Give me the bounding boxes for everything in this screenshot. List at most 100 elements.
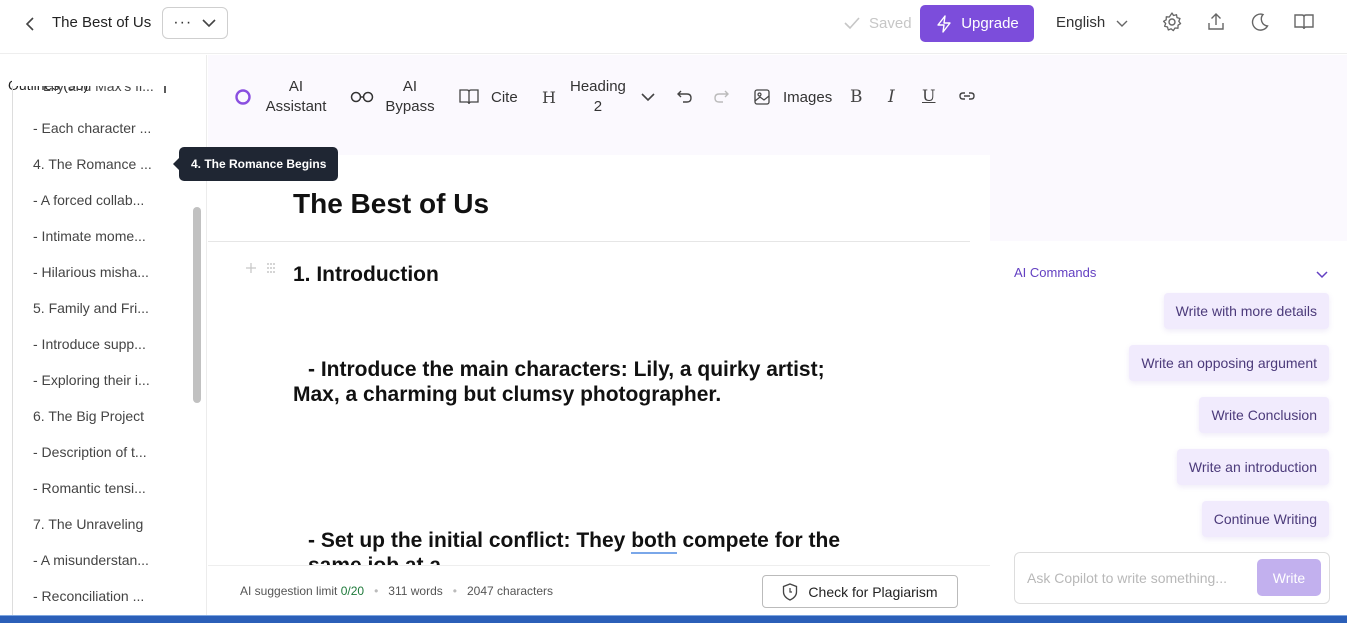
book-open-icon [459,88,479,106]
section-heading[interactable]: 1. Introduction [293,262,439,287]
document-heading[interactable]: The Best of Us [293,188,489,220]
upgrade-button[interactable]: Upgrade [920,5,1034,42]
chevron-down-icon [640,89,656,105]
spelling-highlight[interactable]: both [631,529,677,554]
shield-icon [782,582,798,601]
images-button[interactable]: Images [753,88,832,106]
ai-assistant-button[interactable]: AI Assistant [234,77,328,117]
chevron-down-icon[interactable] [1313,265,1331,283]
sidebar-scrollbar[interactable] [193,207,201,403]
lightning-icon [935,14,953,33]
redo-button[interactable] [712,87,730,105]
link-icon [958,88,976,104]
chevron-down-icon [201,15,217,31]
outline-item[interactable]: - Hilarious misha... [33,264,149,280]
outline-item[interactable]: - Introduce supp... [33,336,146,352]
glasses-icon [350,90,374,104]
outline-tooltip: 4. The Romance Begins [172,147,339,181]
back-chevron-icon[interactable] [20,13,42,35]
add-block-plus-icon[interactable] [245,262,257,274]
outline-item[interactable]: - Reconciliation ... [33,588,144,604]
underline-button[interactable]: U [922,86,935,105]
block-handles [245,262,277,274]
status-bar: AI suggestion limit 0/20 • 311 words • 2… [208,565,990,615]
ai-command-introduction[interactable]: Write an introduction [1176,449,1329,485]
document-title[interactable]: The Best of Us [52,14,151,31]
undo-icon [676,87,694,105]
italic-icon: I [888,87,895,107]
paragraph-text: - Set up the initial conflict: They [308,529,632,552]
write-button[interactable]: Write [1257,559,1321,596]
outline-item[interactable]: - Intimate mome... [33,228,146,244]
paragraph-text: compete for the [676,529,841,552]
outline-head-bg [8,77,108,86]
right-panel-header-band [990,55,1347,241]
saved-label: Saved [869,14,912,32]
bold-icon: B [850,87,863,107]
paragraph-conflict[interactable]: - Set up the initial conflict: They both… [293,528,893,565]
ai-command-more-details[interactable]: Write with more details [1163,293,1329,329]
editor-toolbar: AI Assistant AI Bypass Cite H Heading 2 … [208,55,990,155]
paragraph-characters[interactable]: - Introduce the main characters: Lily, a… [293,357,853,407]
ai-command-continue[interactable]: Continue Writing [1201,501,1329,537]
bold-button[interactable]: B [850,87,863,107]
word-count: 311 words [388,584,443,598]
editor-canvas[interactable]: The Best of Us 1. Introduction - Introdu… [208,155,990,565]
ai-bypass-label: AI Bypass [385,78,435,115]
checkmark-icon [843,14,861,32]
outline-item[interactable]: - Romantic tensi... [33,480,146,496]
document-menu-dropdown[interactable]: ··· [162,7,228,39]
ai-limit: AI suggestion limit 0/20 [240,584,364,598]
images-label: Images [783,88,833,106]
outline-item[interactable]: 5. Family and Fri... [33,300,149,316]
outline-item[interactable]: 4. The Romance ... [33,156,152,172]
check-plagiarism-button[interactable]: Check for Plagiarism [762,575,958,608]
top-bar: The Best of Us ··· Saved Upgrade English [0,0,1347,54]
paragraph-text-cut: same job at a... [293,554,459,565]
more-dots-icon: ··· [173,14,193,31]
outline-item[interactable]: - A forced collab... [33,192,144,208]
cite-button[interactable]: Cite [459,88,518,106]
saved-status: Saved [843,14,912,32]
ai-command-opposing-argument[interactable]: Write an opposing argument [1129,345,1329,381]
underline-icon: U [922,86,936,105]
copilot-prompt-input[interactable] [1027,567,1247,589]
drag-handle-icon[interactable] [265,262,277,274]
redo-icon [712,87,730,105]
copilot-prompt-box: Write [1014,552,1330,604]
outline-item[interactable]: - A misunderstan... [33,552,149,568]
ai-assistant-label: AI Assistant [265,78,327,115]
heading-label: Heading 2 [570,78,626,115]
ai-bypass-button[interactable]: AI Bypass [350,77,438,117]
ai-limit-label: AI suggestion limit [240,584,338,598]
ai-limit-value: 0/20 [340,584,365,598]
italic-button[interactable]: I [888,87,895,107]
heading-level-dropdown[interactable]: H Heading 2 [542,77,656,117]
outline-item[interactable]: - Description of t... [33,444,147,460]
ai-commands-panel: AI Commands Write with more details Writ… [990,241,1347,615]
document-stats: AI suggestion limit 0/20 • 311 words • 2… [240,584,553,598]
outline-item[interactable]: 6. The Big Project [33,408,144,424]
language-select[interactable]: English [1056,14,1129,31]
reading-book-icon[interactable] [1293,11,1315,33]
link-button[interactable] [958,88,976,104]
outline-item[interactable]: - Each character ... [33,120,151,136]
settings-gear-icon[interactable] [1161,11,1183,33]
dark-mode-moon-icon[interactable] [1249,11,1271,33]
language-label: English [1056,14,1106,31]
undo-button[interactable] [676,87,694,105]
outline-item[interactable]: 7. The Unraveling [33,516,143,532]
character-count: 2047 characters [466,584,554,598]
upgrade-label: Upgrade [961,15,1019,32]
cite-label: Cite [491,88,518,106]
outline-item[interactable]: - Exploring their i... [33,372,150,388]
plagiarism-label: Check for Plagiarism [808,583,938,600]
outline-sidebar: Outlines (35) Lily and Max's fi... - Eac… [0,55,207,615]
separator-dot: • [452,584,457,598]
ai-commands-heading[interactable]: AI Commands [1014,265,1096,280]
separator-dot: • [374,584,379,598]
ai-command-conclusion[interactable]: Write Conclusion [1199,397,1329,433]
share-upload-icon[interactable] [1205,11,1227,33]
heading-h-icon: H [542,87,556,107]
outline-list: Lily and Max's fi... - Each character ..… [12,83,182,615]
